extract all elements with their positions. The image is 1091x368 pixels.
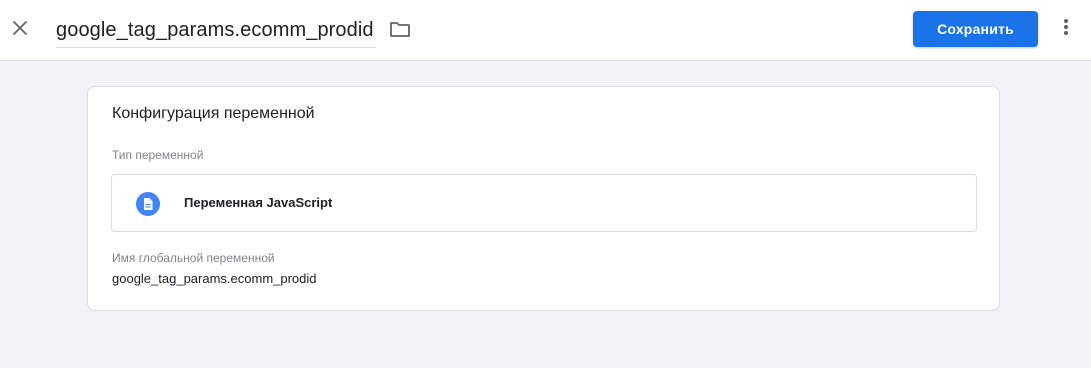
- close-button[interactable]: [8, 18, 32, 42]
- variable-name-field[interactable]: google_tag_params.ecomm_prodid: [56, 16, 376, 48]
- document-icon: [136, 192, 160, 216]
- variable-type-label: Тип переменной: [112, 148, 204, 162]
- card-title: Конфигурация переменной: [112, 105, 315, 122]
- folder-button[interactable]: [388, 19, 412, 43]
- save-button[interactable]: Сохранить: [913, 11, 1038, 47]
- global-variable-name-label: Имя глобальной переменной: [112, 251, 275, 265]
- more-vert-icon: [1063, 18, 1069, 41]
- global-variable-name-value: google_tag_params.ecomm_prodid: [112, 271, 317, 286]
- more-options-button[interactable]: [1054, 17, 1078, 41]
- close-icon: [12, 20, 28, 41]
- editor-header: google_tag_params.ecomm_prodid Сохранить: [0, 0, 1091, 61]
- variable-configuration-card: Конфигурация переменной Тип переменной П…: [87, 86, 1000, 311]
- variable-name-text: google_tag_params.ecomm_prodid: [56, 19, 374, 41]
- variable-type-name: Переменная JavaScript: [184, 195, 333, 210]
- folder-icon: [389, 20, 411, 43]
- variable-type-selector[interactable]: Переменная JavaScript: [111, 174, 977, 232]
